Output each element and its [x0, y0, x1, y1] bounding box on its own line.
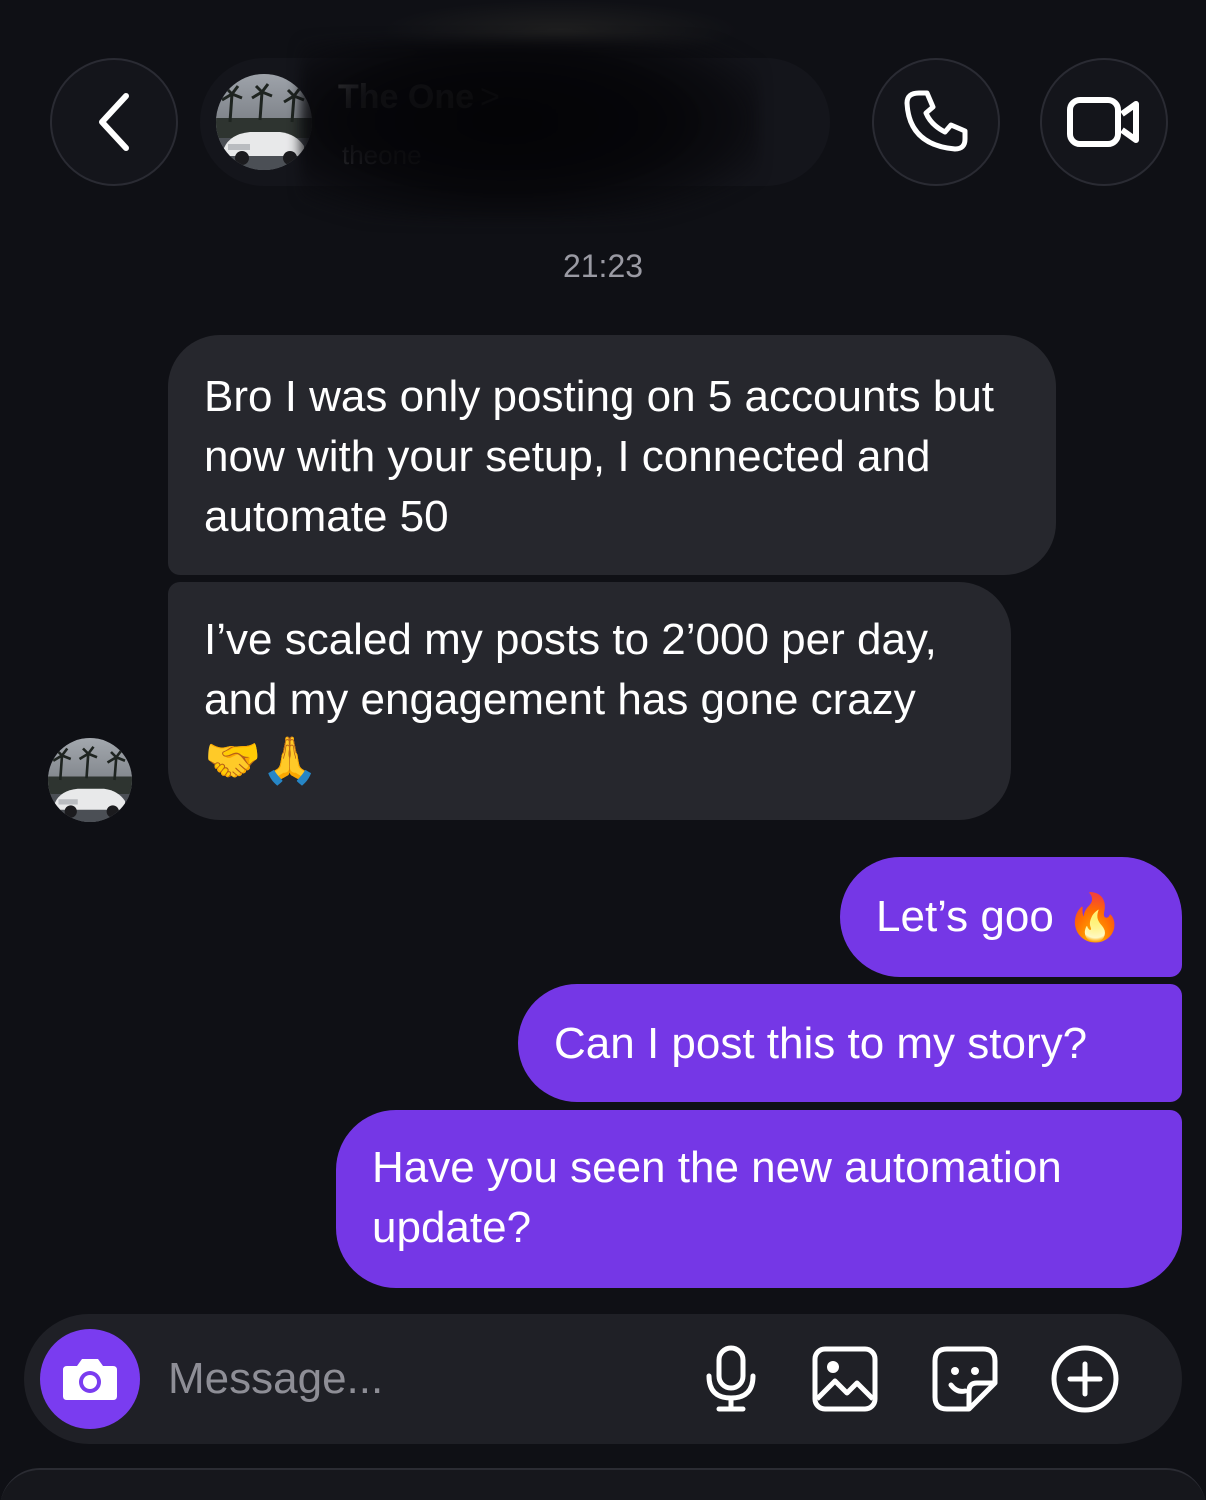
plus-circle-icon — [1051, 1345, 1119, 1413]
message-text: Can I post this to my story? — [554, 1019, 1088, 1068]
sender-avatar[interactable] — [48, 738, 132, 822]
contact-name[interactable]: The One > — [338, 78, 500, 117]
back-button[interactable] — [50, 58, 178, 186]
phone-icon — [904, 90, 968, 152]
message-text: I’ve scaled my posts to 2’000 per day, a… — [204, 615, 937, 724]
video-camera-icon — [1067, 97, 1139, 147]
sticker-icon — [932, 1346, 998, 1412]
message-text: Bro I was only posting on 5 accounts but… — [204, 372, 995, 541]
microphone-icon — [706, 1345, 756, 1412]
gallery-button[interactable] — [810, 1344, 880, 1414]
chevron-right-icon: > — [480, 78, 500, 116]
camera-button[interactable] — [40, 1329, 140, 1429]
fire-emoji: 🔥 — [1066, 890, 1124, 944]
message-text: Let’s goo — [876, 892, 1054, 941]
contact-name-text: The One — [338, 78, 475, 116]
camera-icon — [63, 1359, 117, 1400]
voice-message-button[interactable] — [696, 1344, 766, 1414]
contact-avatar[interactable] — [216, 74, 312, 170]
handshake-pray-emoji: 🤝🙏 — [204, 733, 319, 787]
contact-username: theone — [342, 140, 422, 170]
incoming-message[interactable]: Bro I was only posting on 5 accounts but… — [168, 335, 1056, 575]
message-timestamp: 21:23 — [562, 248, 644, 284]
audio-call-button[interactable] — [872, 58, 1000, 186]
message-input[interactable] — [168, 1344, 668, 1414]
more-options-button[interactable] — [1050, 1344, 1120, 1414]
incoming-message[interactable]: I’ve scaled my posts to 2’000 per day, a… — [168, 582, 1011, 820]
sticker-button[interactable] — [930, 1344, 1000, 1414]
outgoing-message[interactable]: Have you seen the new automation update? — [336, 1110, 1182, 1288]
outgoing-message[interactable]: Can I post this to my story? — [518, 984, 1182, 1102]
outgoing-message[interactable]: Let’s goo 🔥 — [840, 857, 1182, 977]
video-call-button[interactable] — [1040, 58, 1168, 186]
avatar-photo — [216, 74, 312, 170]
chevron-left-icon — [99, 93, 129, 151]
image-icon — [812, 1346, 878, 1412]
top-glow — [380, 0, 740, 60]
message-text: Have you seen the new automation update? — [372, 1143, 1062, 1252]
bottom-sheet-edge — [0, 1468, 1206, 1500]
avatar-photo — [48, 738, 132, 822]
dm-conversation-screen: The One > theone 21:23 Bro I was only pos… — [0, 0, 1206, 1500]
